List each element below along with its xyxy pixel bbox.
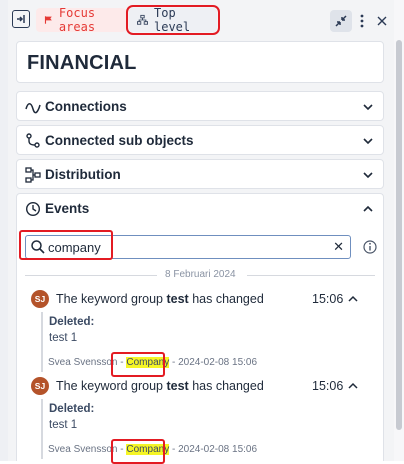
event-item: SJ The keyword group test has changed 15…	[17, 377, 385, 464]
date-label: 8 Februari 2024	[165, 269, 236, 280]
deleted-value: test 1	[49, 332, 78, 344]
search-match-highlight: Company	[126, 357, 170, 368]
scrollbar[interactable]	[394, 0, 404, 461]
collapse-button[interactable]	[330, 10, 352, 32]
events-header[interactable]: Events	[17, 194, 383, 224]
chevron-up-icon[interactable]	[347, 380, 359, 392]
avatar: SJ	[31, 377, 49, 395]
deleted-value: test 1	[49, 419, 78, 431]
section-label: Events	[45, 201, 90, 216]
search-match-highlight: Company	[126, 444, 170, 455]
panel-toggle-icon	[17, 15, 25, 23]
event-title: The keyword group test has changed	[56, 379, 264, 393]
close-icon	[377, 16, 387, 26]
search-input[interactable]	[48, 238, 318, 256]
section-connections[interactable]: Connections	[16, 91, 384, 121]
deleted-label: Deleted:	[49, 403, 95, 415]
chevron-down-icon	[363, 172, 373, 179]
branch-icon	[26, 133, 40, 148]
section-label: Distribution	[45, 167, 121, 182]
more-options-button[interactable]	[351, 10, 373, 32]
shrink-icon	[335, 15, 347, 27]
wave-icon	[25, 103, 41, 114]
event-time: 15:06	[312, 292, 344, 306]
section-distribution[interactable]: Distribution	[16, 159, 384, 189]
event-item: SJ The keyword group test has changed 15…	[17, 290, 385, 377]
separator-line	[247, 275, 375, 276]
flag-icon	[44, 16, 52, 24]
deleted-label: Deleted:	[49, 316, 95, 328]
event-search-field[interactable]: ✕	[25, 235, 351, 259]
event-meta: Svea Svensson - Company - 2024-02-08 15:…	[48, 357, 258, 368]
search-icon	[31, 240, 45, 254]
separator-line	[25, 275, 157, 276]
scrollbar-thumb[interactable]	[396, 40, 402, 430]
info-icon[interactable]	[362, 239, 378, 255]
page-title: FINANCIAL	[27, 52, 137, 74]
toolbar: Focus areas Top level	[8, 5, 394, 36]
section-label: Connections	[45, 99, 127, 114]
chevron-down-icon	[363, 104, 373, 111]
clear-search-icon[interactable]: ✕	[333, 239, 344, 255]
event-meta: Svea Svensson - Company - 2024-02-08 15:…	[48, 444, 258, 455]
chevron-up-icon	[363, 205, 373, 212]
event-detail-bar	[41, 399, 43, 459]
event-title: The keyword group test has changed	[56, 292, 264, 306]
date-separator: 8 Februari 2024	[25, 269, 375, 281]
distribution-icon	[25, 167, 41, 183]
top-level-chip[interactable]: Top level	[126, 5, 220, 35]
panel-toggle-button[interactable]	[12, 10, 30, 28]
more-vertical-icon	[360, 14, 364, 28]
focus-areas-chip[interactable]: Focus areas	[36, 6, 126, 34]
top-level-label: Top level	[154, 6, 191, 34]
hierarchy-icon	[137, 14, 148, 25]
section-connected-sub-objects[interactable]: Connected sub objects	[16, 125, 384, 155]
close-button[interactable]	[371, 10, 393, 32]
chevron-down-icon	[363, 138, 373, 145]
focus-areas-label: Focus areas	[58, 6, 96, 34]
side-panel: Focus areas Top level FINANCIAL Connecti…	[8, 0, 394, 464]
clock-icon	[25, 201, 41, 217]
title-card: FINANCIAL	[16, 41, 384, 83]
events-section: Events ✕ 8 Februari 2024 SJ Th	[16, 193, 385, 464]
avatar: SJ	[31, 290, 49, 308]
chevron-up-icon[interactable]	[347, 293, 359, 305]
background-strip	[0, 0, 8, 461]
event-time: 15:06	[312, 379, 344, 393]
event-detail-bar	[41, 312, 43, 372]
section-label: Connected sub objects	[45, 133, 194, 148]
